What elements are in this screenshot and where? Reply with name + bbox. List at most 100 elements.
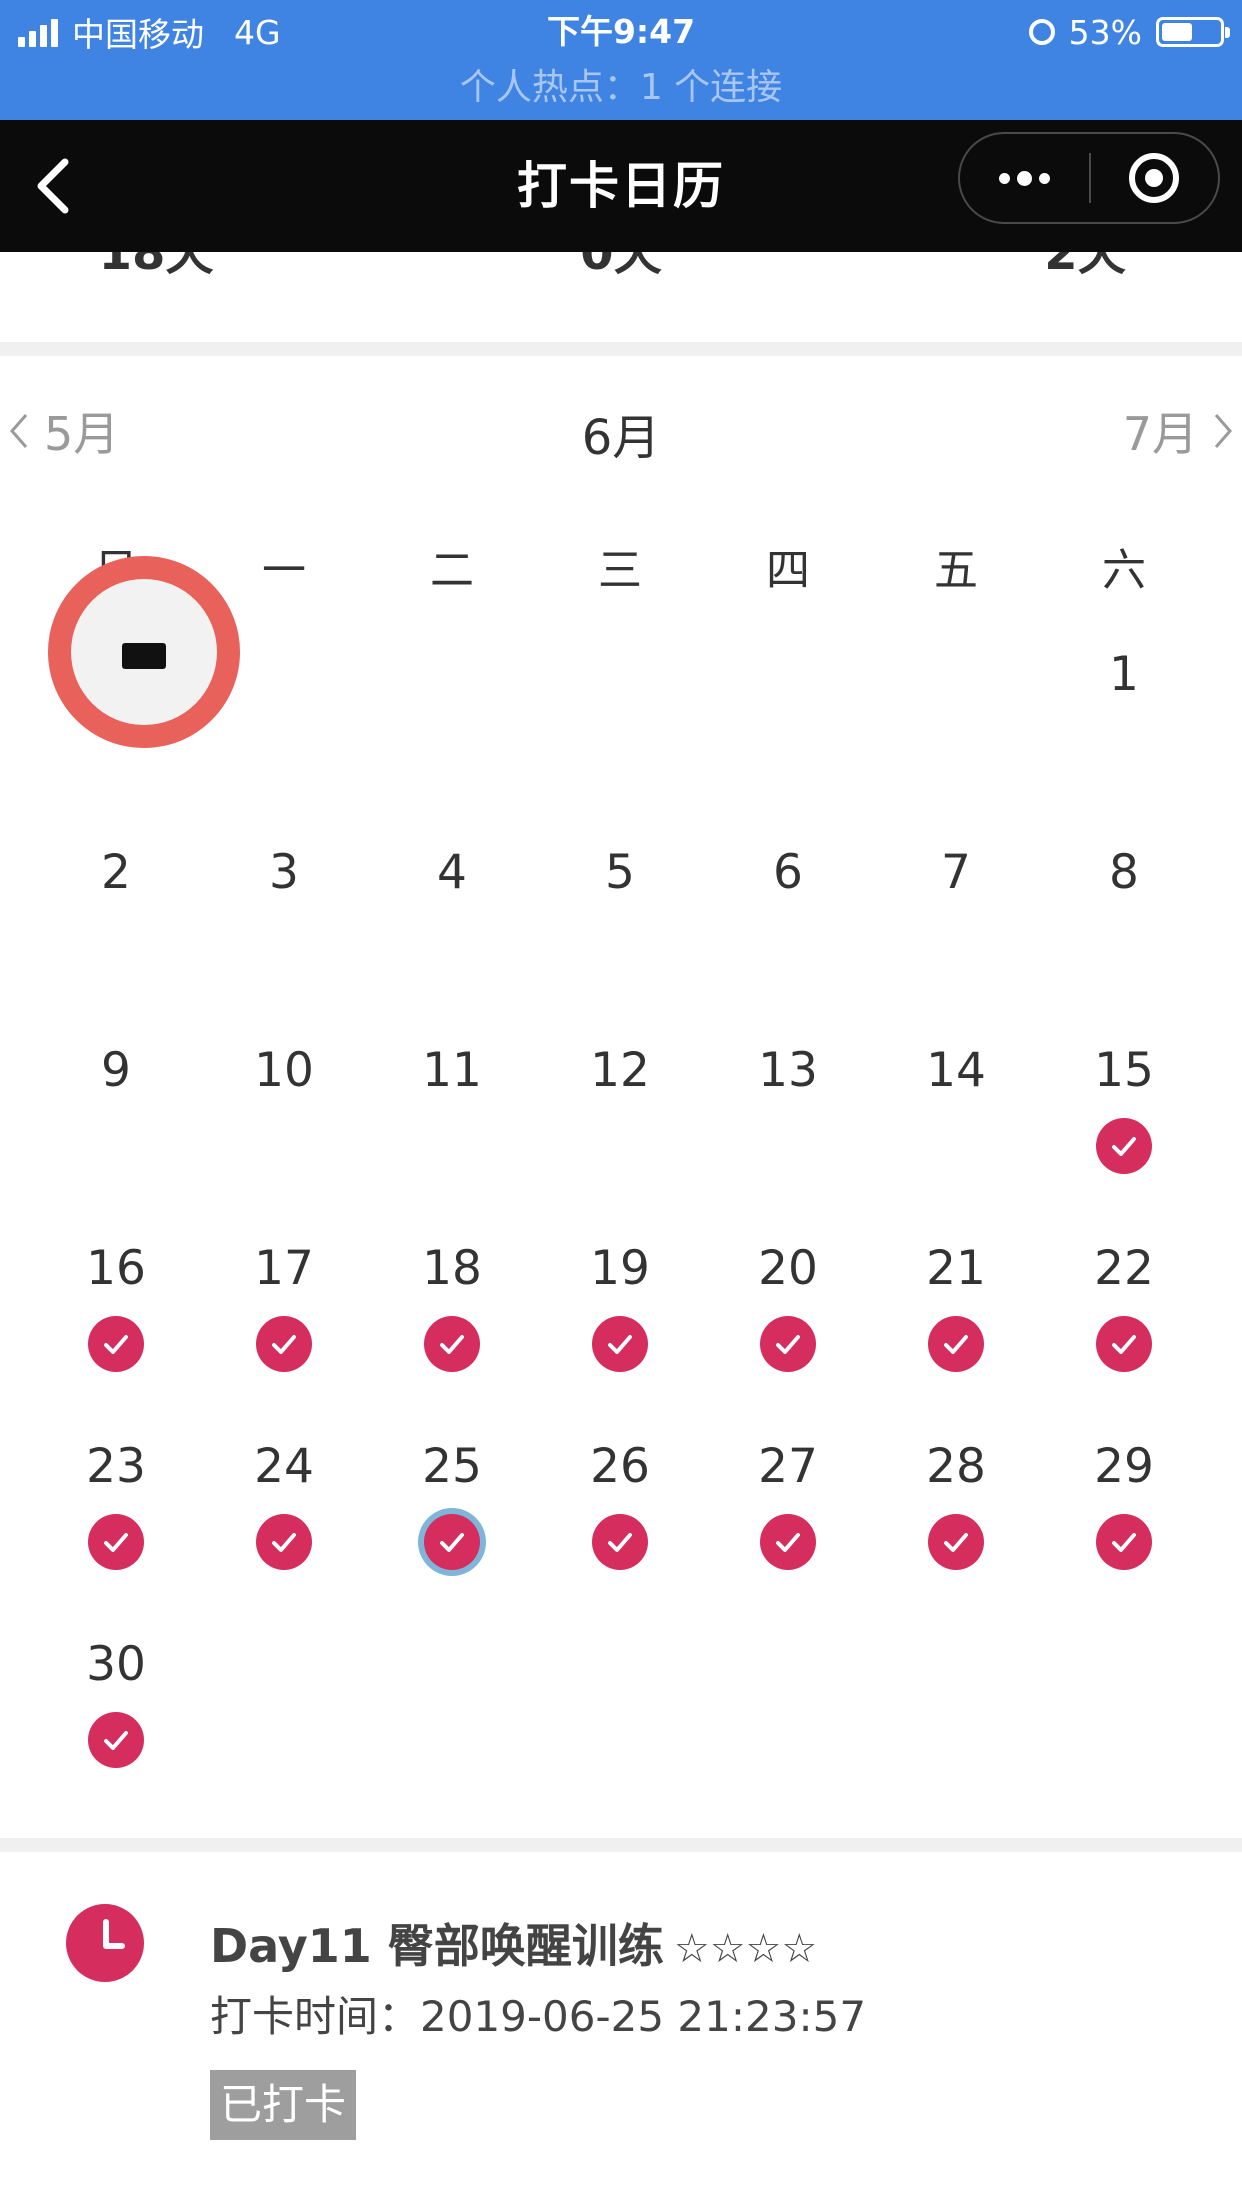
section-divider <box>0 342 1242 356</box>
hotspot-banner[interactable]: 个人热点：1 个连接 <box>0 64 1242 112</box>
calendar-day[interactable]: 9 <box>32 1036 200 1234</box>
day-number: 8 <box>1109 845 1139 900</box>
checkmark-icon <box>1112 1137 1136 1156</box>
day-number: 12 <box>590 1043 650 1098</box>
calendar-day[interactable]: 28 <box>872 1432 1040 1630</box>
day-number: 20 <box>758 1241 818 1296</box>
day-number: 19 <box>590 1241 650 1296</box>
checkmark-icon <box>944 1335 968 1354</box>
check-circle-icon <box>256 1514 312 1570</box>
checkmark-icon <box>1112 1533 1136 1552</box>
screen-record-icon <box>122 643 166 669</box>
calendar-day[interactable]: 18 <box>368 1234 536 1432</box>
weekday-label: 四 <box>766 545 810 596</box>
calendar-day[interactable]: 15 <box>1040 1036 1208 1234</box>
record-title-text: Day11 臀部唤醒训练 <box>210 1919 664 1973</box>
calendar-day[interactable]: 25 <box>368 1432 536 1630</box>
day-number: 22 <box>1094 1241 1154 1296</box>
calendar-day[interactable]: 27 <box>704 1432 872 1630</box>
calendar-day[interactable]: 16 <box>32 1234 200 1432</box>
check-circle-icon <box>928 1514 984 1570</box>
calendar-day[interactable]: 12 <box>536 1036 704 1234</box>
calendar-day[interactable]: 2 <box>32 838 200 1036</box>
target-close-icon <box>1129 153 1180 203</box>
day-number: 1 <box>1109 647 1139 702</box>
calendar-day[interactable]: 8 <box>1040 838 1208 1036</box>
day-number: 24 <box>254 1439 314 1494</box>
status-badge: 已打卡 <box>210 2070 357 2140</box>
day-number: 16 <box>86 1241 146 1296</box>
calendar-day[interactable]: 17 <box>200 1234 368 1432</box>
clock-icon <box>66 1904 144 1982</box>
calendar-day[interactable]: 11 <box>368 1036 536 1234</box>
calendar-day[interactable]: 26 <box>536 1432 704 1630</box>
calendar-day[interactable]: 14 <box>872 1036 1040 1234</box>
calendar-day[interactable]: 7 <box>872 838 1040 1036</box>
more-button[interactable] <box>960 134 1089 222</box>
day-number: 10 <box>254 1043 314 1098</box>
day-number: 13 <box>758 1043 818 1098</box>
day-number: 4 <box>437 845 467 900</box>
calendar-day[interactable]: 30 <box>32 1630 200 1828</box>
day-number: 27 <box>758 1439 818 1494</box>
calendar-day[interactable]: 20 <box>704 1234 872 1432</box>
record-title: Day11 臀部唤醒训练 ☆☆☆☆ <box>210 1916 817 1979</box>
day-number: 7 <box>941 845 971 900</box>
day-number: 6 <box>773 845 803 900</box>
nav-bar: 打卡日历 <box>0 120 1242 252</box>
mini-program-capsule <box>958 132 1220 224</box>
day-number: 15 <box>1094 1043 1154 1098</box>
calendar-day[interactable]: 5 <box>536 838 704 1036</box>
checkin-record[interactable]: Day11 臀部唤醒训练 ☆☆☆☆ 打卡时间：2019-06-25 21:23:5… <box>0 1852 1242 2208</box>
day-number: 2 <box>101 845 131 900</box>
day-number: 14 <box>926 1043 986 1098</box>
calendar-day[interactable]: 22 <box>1040 1234 1208 1432</box>
calendar-day[interactable]: 21 <box>872 1234 1040 1432</box>
day-number: 25 <box>422 1439 482 1494</box>
battery-icon <box>1156 17 1230 47</box>
check-circle-icon <box>1096 1514 1152 1570</box>
weekday-label: 一 <box>262 545 306 596</box>
calendar-day[interactable]: 3 <box>200 838 368 1036</box>
calendar-day[interactable]: 29 <box>1040 1432 1208 1630</box>
checkmark-icon <box>272 1335 296 1354</box>
calendar-day[interactable]: 23 <box>32 1432 200 1630</box>
weekday-label: 五 <box>934 545 978 596</box>
day-number: 26 <box>590 1439 650 1494</box>
check-circle-icon <box>256 1316 312 1372</box>
calendar-day[interactable]: 13 <box>704 1036 872 1234</box>
stat-missed: 2天 <box>1044 252 1126 281</box>
calendar-day[interactable]: 19 <box>536 1234 704 1432</box>
calendar-day[interactable]: 4 <box>368 838 536 1036</box>
check-circle-icon <box>1096 1316 1152 1372</box>
close-button[interactable] <box>1091 134 1218 222</box>
checkmark-icon <box>104 1533 128 1552</box>
check-circle-icon <box>88 1514 144 1570</box>
next-month-label: 7月 <box>1122 407 1198 461</box>
calendar-day[interactable]: 1 <box>1040 640 1208 838</box>
next-month-button[interactable]: 7月 <box>1123 398 1234 464</box>
day-number: 23 <box>86 1439 146 1494</box>
day-number: 30 <box>86 1637 146 1692</box>
chevron-right-icon <box>1214 414 1232 448</box>
checkmark-icon <box>608 1533 632 1552</box>
floating-record-button[interactable] <box>48 556 240 748</box>
day-number: 3 <box>269 845 299 900</box>
checkmark-icon <box>440 1335 464 1354</box>
day-number: 9 <box>101 1043 131 1098</box>
checkmark-icon <box>272 1533 296 1552</box>
calendar-day[interactable]: 10 <box>200 1036 368 1234</box>
more-dots-icon-end <box>1039 172 1050 184</box>
day-number: 17 <box>254 1241 314 1296</box>
day-number: 28 <box>926 1439 986 1494</box>
day-number: 11 <box>422 1043 482 1098</box>
calendar-day[interactable]: 6 <box>704 838 872 1036</box>
more-dots-icon <box>999 172 1010 184</box>
current-month: 6月 <box>581 410 661 466</box>
checkmark-icon <box>944 1533 968 1552</box>
record-stars: ☆☆☆☆ <box>673 1926 818 1972</box>
check-circle-icon <box>88 1316 144 1372</box>
stat-streak: 0天 <box>580 252 662 281</box>
checkin-summary: 18天 0天 2天 <box>0 252 1242 342</box>
calendar-day[interactable]: 24 <box>200 1432 368 1630</box>
